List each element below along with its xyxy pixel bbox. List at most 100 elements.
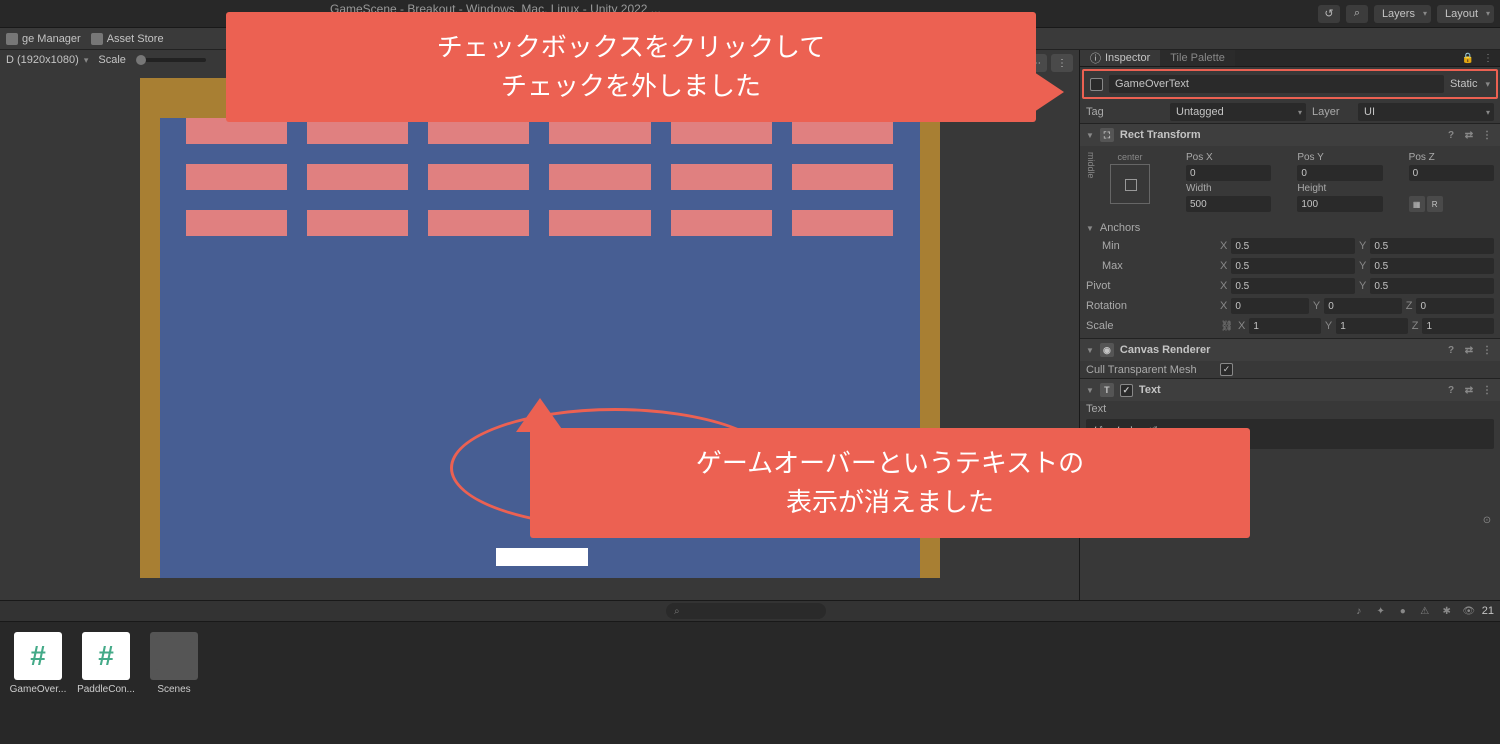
audio-icon[interactable]: ♪: [1350, 603, 1368, 619]
blueprint-mode[interactable]: ▦: [1409, 196, 1425, 212]
pivot-label: Pivot: [1086, 280, 1216, 292]
anchors-label[interactable]: Anchors: [1100, 222, 1222, 234]
rot-x[interactable]: [1231, 298, 1309, 314]
resolution-dropdown[interactable]: D (1920x1080) ▾: [6, 54, 88, 66]
scale-slider[interactable]: [136, 58, 206, 62]
menu-icon[interactable]: ⋮: [1480, 128, 1494, 142]
middle-label: middle: [1086, 152, 1096, 212]
preset-icon[interactable]: ⇄: [1462, 343, 1476, 357]
brick: [549, 210, 650, 236]
preset-icon[interactable]: ⇄: [1462, 383, 1476, 397]
brick: [792, 164, 893, 190]
menu-icon[interactable]: ⋮: [1480, 383, 1494, 397]
help-icon[interactable]: ?: [1444, 383, 1458, 397]
scale-y[interactable]: [1336, 318, 1408, 334]
active-checkbox[interactable]: [1090, 78, 1103, 91]
rot-z[interactable]: [1416, 298, 1494, 314]
tab-tile-palette[interactable]: Tile Palette: [1160, 50, 1235, 66]
pivot-x[interactable]: [1231, 278, 1355, 294]
gizmo-icon[interactable]: ✱: [1438, 603, 1456, 619]
package-manager-tab[interactable]: ge Manager: [6, 33, 81, 45]
project-item[interactable]: # PaddleCon...: [78, 632, 134, 695]
viewport-menu[interactable]: ⋮: [1051, 54, 1073, 72]
text-enabled-checkbox[interactable]: ✓: [1120, 384, 1133, 397]
status-bar: ♪ ✦ ● ⚠ ✱ 👁 21: [0, 600, 1500, 622]
rotation-label: Rotation: [1086, 300, 1216, 312]
brick: [307, 210, 408, 236]
help-icon[interactable]: ?: [1444, 128, 1458, 142]
layers-dropdown[interactable]: Layers: [1374, 5, 1431, 23]
scale-label: Scale: [98, 54, 126, 66]
info-icon: ⓘ: [1090, 50, 1101, 66]
visibility-icon[interactable]: 👁: [1460, 603, 1478, 619]
brick: [186, 164, 287, 190]
fold-icon[interactable]: ▼: [1086, 386, 1094, 395]
preset-icon[interactable]: ⇄: [1462, 128, 1476, 142]
posz-input[interactable]: [1409, 165, 1494, 181]
pivot-y[interactable]: [1370, 278, 1494, 294]
posy-input[interactable]: [1297, 165, 1382, 181]
picker-icon[interactable]: ⊙: [1480, 513, 1494, 527]
rect-transform-component: ▼ ⛶ Rect Transform ?⇄⋮ middle center Pos…: [1080, 123, 1500, 338]
tag-dropdown[interactable]: Untagged: [1170, 103, 1306, 121]
annotation-bubble-2: ゲームオーバーというテキストの表示が消えました: [530, 428, 1250, 538]
fold-icon[interactable]: ▼: [1086, 131, 1094, 140]
error-icon[interactable]: ⚠: [1416, 603, 1434, 619]
brick: [186, 210, 287, 236]
brick: [792, 210, 893, 236]
anchor-max-x[interactable]: [1231, 258, 1355, 274]
undo-history-icon[interactable]: ↺: [1318, 5, 1340, 23]
anchor-max-y[interactable]: [1370, 258, 1494, 274]
scale-label: Scale: [1086, 320, 1216, 332]
menu-icon[interactable]: ⋮: [1480, 343, 1494, 357]
width-label: Width: [1186, 183, 1271, 194]
height-label: Height: [1297, 183, 1382, 194]
scale-x[interactable]: [1249, 318, 1321, 334]
width-input[interactable]: [1186, 196, 1271, 212]
light-icon[interactable]: ●: [1394, 603, 1412, 619]
component-title: Text: [1139, 384, 1438, 396]
fx-icon[interactable]: ✦: [1372, 603, 1390, 619]
min-label: Min: [1086, 240, 1216, 252]
layout-dropdown[interactable]: Layout: [1437, 5, 1494, 23]
transform-icon: ⛶: [1100, 128, 1114, 142]
canvas-renderer-component: ▼ ◉ Canvas Renderer ?⇄⋮ Cull Transparent…: [1080, 338, 1500, 378]
constrain-icon[interactable]: ⛓: [1220, 319, 1234, 333]
object-name-field[interactable]: GameOverText: [1109, 75, 1444, 93]
hidden-count: 21: [1482, 605, 1494, 617]
scale-z[interactable]: [1422, 318, 1494, 334]
brick: [428, 164, 529, 190]
chevron-down-icon[interactable]: ▾: [1485, 79, 1490, 90]
paddle: [496, 548, 588, 566]
script-icon: #: [82, 632, 130, 680]
brick: [428, 210, 529, 236]
posx-input[interactable]: [1186, 165, 1271, 181]
fold-icon[interactable]: ▼: [1086, 346, 1094, 355]
lock-icon[interactable]: 🔒: [1460, 50, 1476, 66]
anchor-min-y[interactable]: [1370, 238, 1494, 254]
anchor-min-x[interactable]: [1231, 238, 1355, 254]
file-name: PaddleCon...: [76, 684, 136, 695]
posz-label: Pos Z: [1409, 152, 1494, 163]
menu-icon[interactable]: ⋮: [1480, 50, 1496, 66]
raw-edit-mode[interactable]: R: [1427, 196, 1443, 212]
text-label: Text: [1086, 403, 1216, 415]
object-header: GameOverText Static ▾: [1082, 69, 1498, 99]
project-item[interactable]: Scenes: [146, 632, 202, 695]
tab-inspector[interactable]: ⓘInspector: [1080, 50, 1160, 66]
search-field[interactable]: [666, 603, 826, 619]
search-icon[interactable]: ⌕: [1346, 5, 1368, 23]
tag-label: Tag: [1086, 106, 1164, 118]
brick: [307, 164, 408, 190]
rot-y[interactable]: [1324, 298, 1402, 314]
help-icon[interactable]: ?: [1444, 343, 1458, 357]
asset-store-tab[interactable]: Asset Store: [91, 33, 164, 45]
layer-dropdown[interactable]: UI: [1358, 103, 1494, 121]
static-label[interactable]: Static: [1450, 78, 1478, 90]
anchor-preset[interactable]: [1110, 164, 1150, 204]
cull-checkbox[interactable]: ✓: [1220, 363, 1233, 376]
project-item[interactable]: # GameOver...: [10, 632, 66, 695]
project-panel: # GameOver... # PaddleCon... Scenes: [0, 622, 1500, 738]
posx-label: Pos X: [1186, 152, 1271, 163]
height-input[interactable]: [1297, 196, 1382, 212]
